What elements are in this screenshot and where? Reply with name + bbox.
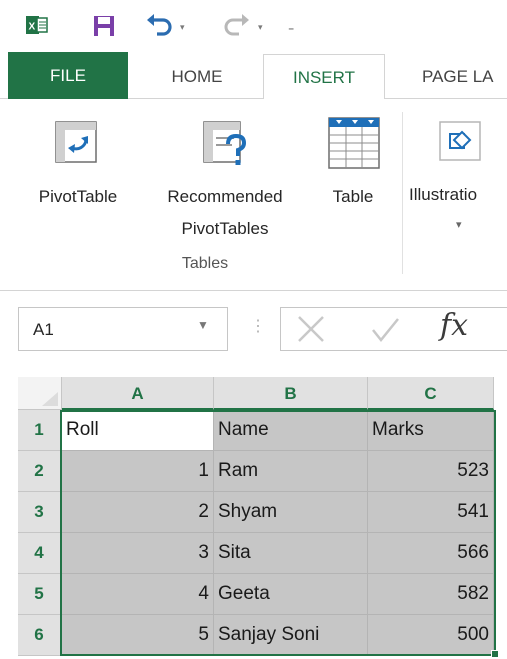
cell-c1[interactable]: Marks [368,410,494,451]
excel-logo-icon: X [26,16,48,34]
row-header-3[interactable]: 3 [18,492,62,533]
tab-page-layout[interactable]: PAGE LA [392,54,507,100]
cell-c3[interactable]: 541 [368,492,494,533]
recommended-pivottables-icon [203,121,247,165]
cell-b1[interactable]: Name [214,410,368,451]
cell-a4[interactable]: 3 [62,533,214,574]
illustrations-icon [439,121,481,161]
cell-a5[interactable]: 4 [62,574,214,615]
undo-dropdown-icon[interactable]: ▾ [180,22,185,33]
fill-handle[interactable] [491,650,499,658]
redo-icon[interactable] [222,12,250,38]
recommended-pivottables-button[interactable]: Recommended PivotTables [140,112,310,252]
formula-bar-grip-icon[interactable]: ⋮ [250,316,266,336]
customize-toolbar-icon[interactable]: ₌ [288,20,294,34]
recommended-label-line1: Recommended [167,187,283,206]
insert-function-icon[interactable]: fx [440,308,468,343]
save-icon[interactable] [92,14,116,38]
redo-dropdown-icon: ▾ [258,22,263,32]
row-header-5[interactable]: 5 [18,574,62,615]
cell-b3[interactable]: Shyam [214,492,368,533]
column-header-a[interactable]: A [62,377,214,410]
name-box[interactable]: A1 ▼ [18,307,228,351]
column-header-b[interactable]: B [214,377,368,410]
select-all-icon [42,392,58,406]
tables-group-label: Tables [181,255,229,272]
cell-b5[interactable]: Geeta [214,574,368,615]
pivottable-button[interactable]: PivotTable [18,112,138,222]
undo-icon[interactable] [146,12,174,38]
illustrations-label: Illustratio [409,185,478,204]
cancel-icon[interactable] [296,314,326,344]
tab-home[interactable]: HOME [138,54,256,100]
group-separator [402,112,403,274]
illustrations-button[interactable]: Illustratio ▾ [404,112,507,252]
row-header-1[interactable]: 1 [18,410,62,451]
cell-c5[interactable]: 582 [368,574,494,615]
table-button[interactable]: Table [318,112,388,222]
cell-b4[interactable]: Sita [214,533,368,574]
row-header-2[interactable]: 2 [18,451,62,492]
name-box-value: A1 [33,320,54,339]
fx-label: fx [440,308,469,343]
row-header-4[interactable]: 4 [18,533,62,574]
cell-b2[interactable]: Ram [214,451,368,492]
row-header-6[interactable]: 6 [18,615,62,656]
cell-c2[interactable]: 523 [368,451,494,492]
cell-a2[interactable]: 1 [62,451,214,492]
cell-c4[interactable]: 566 [368,533,494,574]
pivottable-label: PivotTable [38,187,118,206]
cell-a1[interactable]: Roll [62,410,214,451]
enter-icon[interactable] [370,316,400,344]
table-label: Table [332,187,374,206]
illustrations-dropdown-icon: ▾ [456,219,462,231]
quick-access-toolbar [0,0,507,52]
cell-a6[interactable]: 5 [62,615,214,656]
pivottable-icon [55,121,97,163]
recommended-label-line2: PivotTables [181,219,269,238]
cell-c6[interactable]: 500 [368,615,494,656]
cell-a3[interactable]: 2 [62,492,214,533]
svg-text:X: X [29,22,36,33]
name-box-dropdown-icon[interactable]: ▼ [197,318,209,332]
tab-file[interactable]: FILE [8,52,128,100]
tab-insert[interactable]: INSERT [263,54,385,101]
column-header-c[interactable]: C [368,377,494,410]
cell-b6[interactable]: Sanjay Soni [214,615,368,656]
table-icon [328,117,380,169]
